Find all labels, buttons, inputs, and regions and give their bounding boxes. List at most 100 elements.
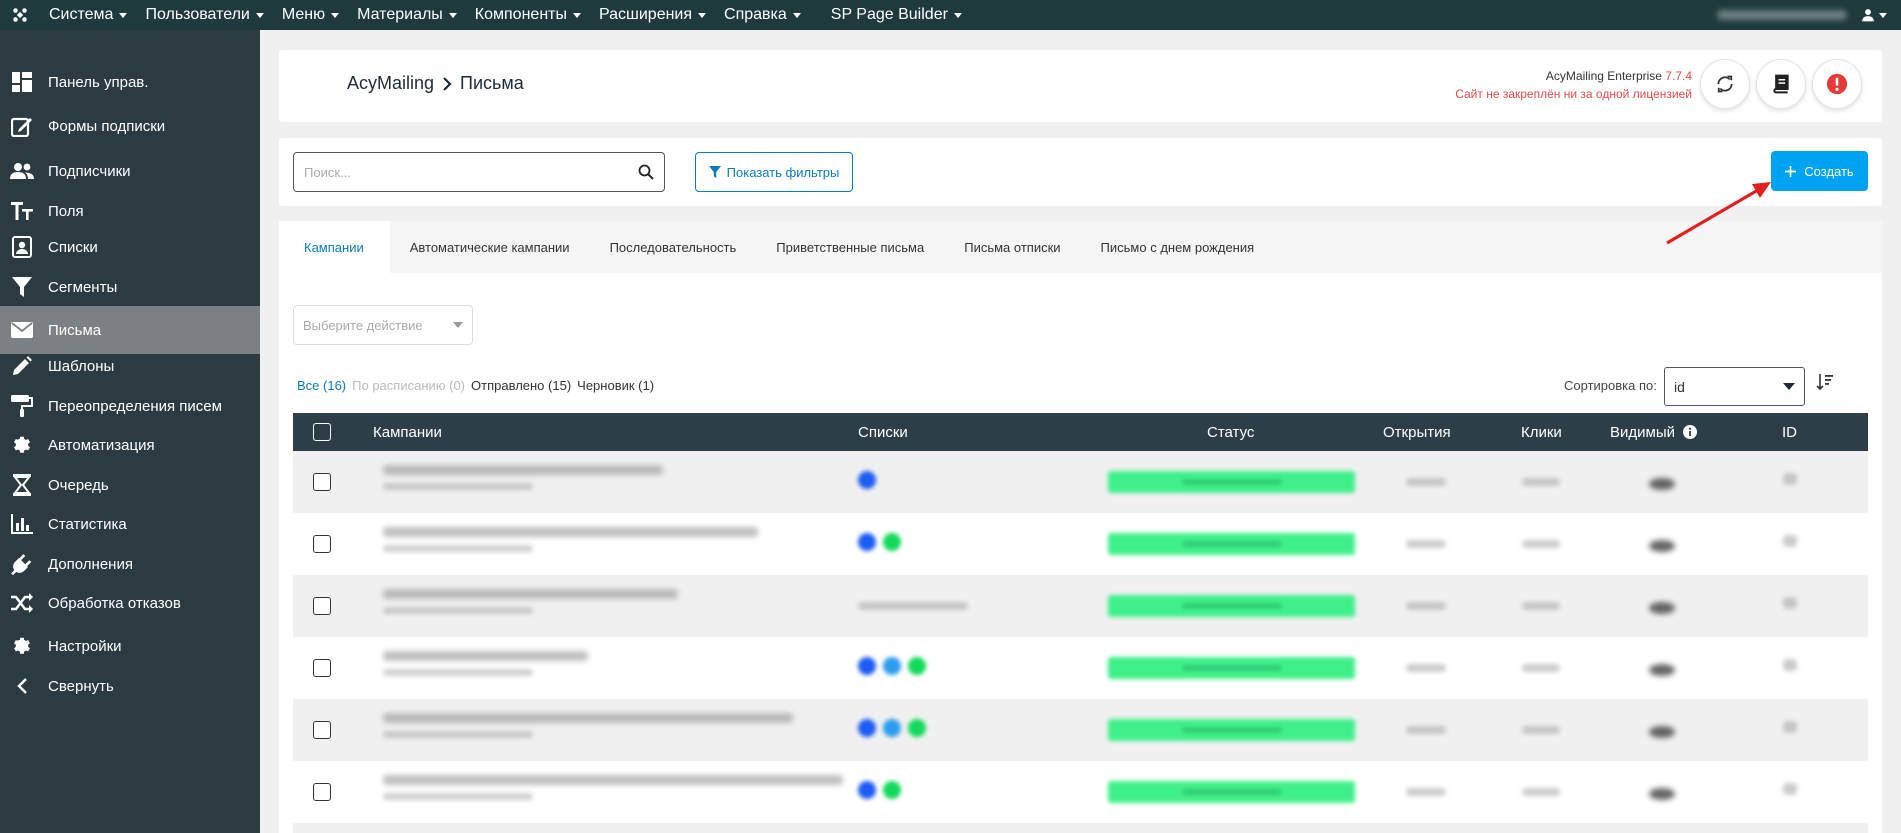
col-opens[interactable]: Открытия bbox=[1383, 413, 1451, 451]
refresh-icon bbox=[1717, 75, 1733, 93]
plug-icon bbox=[10, 552, 34, 576]
paint-roller-icon bbox=[10, 394, 34, 418]
joomla-logo-icon[interactable] bbox=[0, 0, 40, 30]
book-icon bbox=[1773, 74, 1789, 94]
col-campaigns[interactable]: Кампании bbox=[373, 413, 442, 451]
menu-system[interactable]: Система bbox=[40, 0, 136, 30]
user-menu[interactable] bbox=[1861, 8, 1887, 22]
menu-content[interactable]: Материалы bbox=[348, 0, 466, 30]
select-all-checkbox[interactable] bbox=[313, 413, 331, 451]
breadcrumb-root[interactable]: AcyMailing bbox=[347, 73, 434, 94]
visible-eye-icon[interactable] bbox=[1649, 664, 1675, 676]
col-visible: Видимый bbox=[1610, 413, 1697, 451]
campaigns-panel: Кампании Автоматические кампании Последо… bbox=[279, 221, 1882, 833]
settings-icon bbox=[10, 634, 34, 658]
menu-sp-page-builder[interactable]: SP Page Builder bbox=[822, 0, 971, 30]
license-warning[interactable]: Сайт не закреплён ни за одной лицензией bbox=[1455, 85, 1692, 103]
col-clicks[interactable]: Клики bbox=[1521, 413, 1562, 451]
filter-draft[interactable]: Черновик (1) bbox=[577, 378, 654, 393]
clicks-value-blurred bbox=[1522, 478, 1560, 486]
caret-down-icon bbox=[453, 322, 463, 328]
tab-welcome[interactable]: Приветственные письма bbox=[756, 221, 944, 273]
status-filters: Все (16) По расписанию (0) Отправлено (1… bbox=[297, 378, 654, 393]
menu-help[interactable]: Справка bbox=[715, 0, 810, 30]
create-button[interactable]: Создать bbox=[1771, 151, 1868, 191]
sidebar-item-collapse[interactable]: Свернуть bbox=[0, 662, 260, 710]
table-row bbox=[293, 575, 1868, 637]
sort-select[interactable]: id bbox=[1664, 367, 1805, 406]
table-row bbox=[293, 699, 1868, 761]
sort-direction-icon[interactable] bbox=[1816, 373, 1834, 391]
bulk-action-select[interactable]: Выберите действие bbox=[293, 305, 473, 345]
filter-all[interactable]: Все (16) bbox=[297, 378, 346, 393]
caret-down-icon bbox=[792, 12, 801, 18]
visible-eye-icon[interactable] bbox=[1649, 726, 1675, 738]
visible-eye-icon[interactable] bbox=[1649, 602, 1675, 614]
tab-unsubscribe[interactable]: Письма отписки bbox=[944, 221, 1080, 273]
status-badge bbox=[1108, 533, 1355, 555]
notifications-button[interactable] bbox=[1812, 59, 1862, 109]
info-icon[interactable] bbox=[1683, 425, 1697, 439]
campaign-name-blurred[interactable] bbox=[383, 589, 683, 614]
top-menu: Система Пользователи Меню Материалы Комп… bbox=[40, 0, 971, 30]
text-fields-icon bbox=[10, 199, 34, 223]
opens-value-blurred bbox=[1406, 788, 1446, 796]
pencil-icon bbox=[10, 354, 34, 378]
list-dots bbox=[858, 719, 933, 742]
row-checkbox[interactable] bbox=[313, 597, 331, 615]
user-icon bbox=[1862, 9, 1874, 22]
clicks-value-blurred bbox=[1522, 788, 1560, 796]
menu-menus[interactable]: Меню bbox=[273, 0, 348, 30]
show-filters-button[interactable]: Показать фильтры bbox=[695, 152, 853, 192]
id-value-blurred bbox=[1783, 783, 1797, 795]
campaign-name-blurred[interactable] bbox=[383, 775, 843, 800]
row-checkbox[interactable] bbox=[313, 721, 331, 739]
documentation-button[interactable] bbox=[1756, 59, 1806, 109]
caret-down-icon bbox=[1783, 383, 1795, 390]
campaign-name-blurred[interactable] bbox=[383, 713, 798, 738]
sidebar-item-dashboard[interactable]: Панель управ. bbox=[0, 58, 260, 106]
col-id[interactable]: ID bbox=[1782, 413, 1797, 451]
search-input[interactable] bbox=[304, 164, 638, 180]
tab-birthday[interactable]: Письмо с днем рождения bbox=[1081, 221, 1275, 273]
breadcrumb: AcyMailing Письма bbox=[347, 73, 524, 94]
sidebar-item-subscription-forms[interactable]: Формы подписки bbox=[0, 102, 260, 150]
visible-eye-icon[interactable] bbox=[1649, 788, 1675, 800]
list-dots bbox=[858, 471, 883, 494]
breadcrumb-current: Письма bbox=[460, 73, 524, 93]
menu-components[interactable]: Компоненты bbox=[466, 0, 590, 30]
table-row bbox=[293, 513, 1868, 575]
campaign-name-blurred[interactable] bbox=[383, 465, 663, 490]
tab-auto-campaigns[interactable]: Автоматические кампании bbox=[390, 221, 590, 273]
row-checkbox[interactable] bbox=[313, 535, 331, 553]
filter-sent[interactable]: Отправлено (15) bbox=[471, 378, 571, 393]
campaign-name-blurred[interactable] bbox=[383, 527, 763, 552]
site-link-blurred[interactable] bbox=[1717, 10, 1847, 20]
sync-button[interactable] bbox=[1700, 59, 1750, 109]
tab-followup[interactable]: Последовательность bbox=[590, 221, 757, 273]
chevron-left-icon bbox=[10, 674, 34, 698]
product-info: AcyMailing Enterprise 7.7.4 Сайт не закр… bbox=[1455, 67, 1692, 103]
row-checkbox[interactable] bbox=[313, 473, 331, 491]
sidebar-item-segments[interactable]: Сегменты bbox=[0, 263, 260, 311]
users-icon bbox=[10, 159, 34, 183]
row-checkbox[interactable] bbox=[313, 659, 331, 677]
search-icon[interactable] bbox=[638, 164, 654, 180]
list-dots bbox=[858, 781, 908, 804]
sidebar-item-bounce-handling[interactable]: Обработка отказов bbox=[0, 579, 260, 627]
opens-value-blurred bbox=[1406, 540, 1446, 548]
menu-extensions[interactable]: Расширения bbox=[590, 0, 715, 30]
menu-users[interactable]: Пользователи bbox=[136, 0, 272, 30]
chevron-right-icon bbox=[443, 76, 452, 91]
caret-down-icon bbox=[448, 12, 457, 18]
campaign-name-blurred[interactable] bbox=[383, 651, 593, 676]
visible-eye-icon[interactable] bbox=[1649, 540, 1675, 552]
caret-down-icon bbox=[698, 12, 707, 18]
row-checkbox[interactable] bbox=[313, 783, 331, 801]
visible-eye-icon[interactable] bbox=[1649, 478, 1675, 490]
filter-scheduled[interactable]: По расписанию (0) bbox=[352, 378, 465, 393]
clicks-value-blurred bbox=[1522, 540, 1560, 548]
filter-icon bbox=[708, 166, 721, 178]
product-name: AcyMailing Enterprise bbox=[1545, 69, 1662, 83]
tab-campaigns[interactable]: Кампании bbox=[279, 221, 390, 273]
